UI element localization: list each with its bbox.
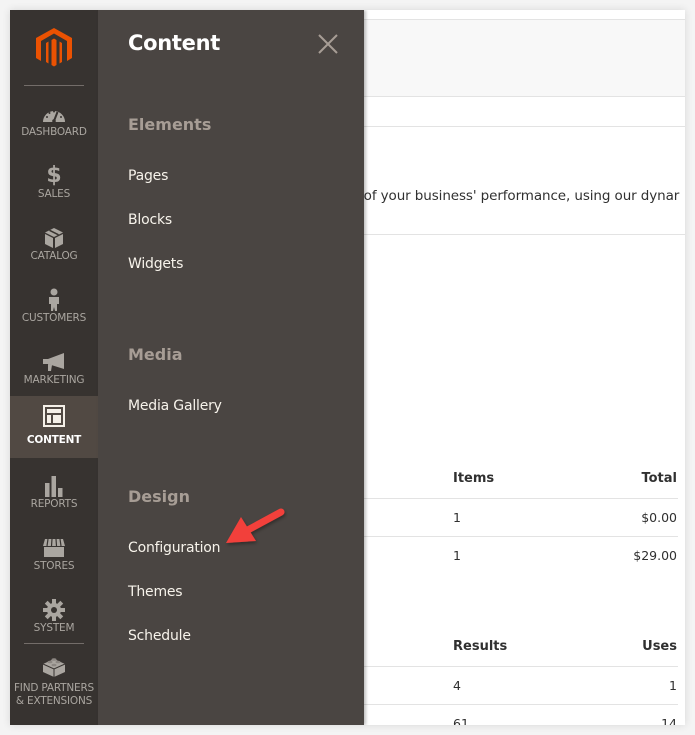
gear-icon	[43, 599, 65, 621]
dollar-icon: $	[46, 163, 62, 188]
nav-label-line: & EXTENSIONS	[15, 695, 93, 707]
nav-item-content[interactable]: CONTENT	[10, 396, 98, 458]
column-header-results[interactable]: Results	[453, 639, 507, 654]
storefront-icon	[43, 538, 65, 557]
menu-link-schedule[interactable]: Schedule	[128, 628, 191, 644]
close-icon[interactable]	[316, 32, 340, 56]
column-header-total[interactable]: Total	[570, 471, 677, 486]
admin-sidebar: DASHBOARD $ SALES CATALOG CUSTOMERS MARK…	[10, 10, 98, 725]
menu-link-blocks[interactable]: Blocks	[128, 212, 172, 228]
layout-icon	[43, 405, 65, 427]
megaphone-icon	[43, 353, 64, 371]
table-cell-uses: 1	[669, 678, 677, 693]
table-cell-total: $0.00	[641, 510, 677, 525]
table-cell-results: 4	[453, 678, 461, 693]
nav-label: CUSTOMERS	[21, 312, 87, 324]
nav-item-stores[interactable]: STORES	[10, 530, 98, 592]
nav-label: REPORTS	[30, 498, 78, 510]
menu-link-themes[interactable]: Themes	[128, 584, 183, 600]
nav-label: DASHBOARD	[21, 126, 87, 138]
table-cell-uses: 14	[661, 716, 677, 725]
table-cell-total: $29.00	[633, 548, 677, 563]
nav-label: FIND PARTNERS & EXTENSIONS	[10, 682, 98, 708]
lego-brick-icon	[42, 658, 66, 677]
table-cell-items: 1	[453, 510, 461, 525]
nav-label: CONTENT	[26, 434, 82, 446]
menu-link-widgets[interactable]: Widgets	[128, 256, 183, 272]
nav-divider	[24, 643, 84, 644]
section-title-elements: Elements	[128, 115, 212, 134]
menu-link-configuration[interactable]: Configuration	[128, 540, 221, 556]
nav-label: CATALOG	[30, 250, 78, 262]
nav-label: STORES	[33, 560, 75, 572]
bar-chart-icon	[45, 476, 63, 497]
nav-label-line: FIND PARTNERS	[13, 682, 95, 694]
nav-label: SALES	[37, 188, 71, 200]
nav-item-dashboard[interactable]: DASHBOARD	[10, 96, 98, 158]
nav-item-catalog[interactable]: CATALOG	[10, 220, 98, 282]
dashboard-icon	[43, 110, 65, 123]
submenu-title: Content	[128, 31, 220, 55]
column-header-items[interactable]: Items	[453, 471, 494, 486]
nav-item-reports[interactable]: REPORTS	[10, 468, 98, 530]
box-icon	[45, 228, 63, 248]
menu-link-pages[interactable]: Pages	[128, 168, 168, 184]
nav-item-system[interactable]: SYSTEM	[10, 592, 98, 654]
table-cell-items: 1	[453, 548, 461, 563]
menu-link-media-gallery[interactable]: Media Gallery	[128, 398, 222, 414]
table-cell-results: 61	[453, 716, 469, 725]
nav-item-find-partners[interactable]: FIND PARTNERS & EXTENSIONS	[10, 650, 98, 725]
nav-label: SYSTEM	[33, 622, 75, 634]
nav-divider	[24, 85, 84, 86]
section-title-design: Design	[128, 487, 190, 506]
content-submenu-flyout: Content Elements Pages Blocks Widgets Me…	[98, 10, 364, 725]
nav-item-customers[interactable]: CUSTOMERS	[10, 282, 98, 344]
intro-text: d of your business' performance, using o…	[351, 188, 680, 204]
column-header-uses[interactable]: Uses	[570, 639, 677, 654]
person-icon	[49, 288, 59, 311]
section-title-media: Media	[128, 345, 183, 364]
magento-logo[interactable]	[36, 28, 72, 68]
nav-item-sales[interactable]: $ SALES	[10, 158, 98, 220]
nav-label: MARKETING	[23, 374, 85, 386]
app-frame: d of your business' performance, using o…	[10, 10, 685, 725]
